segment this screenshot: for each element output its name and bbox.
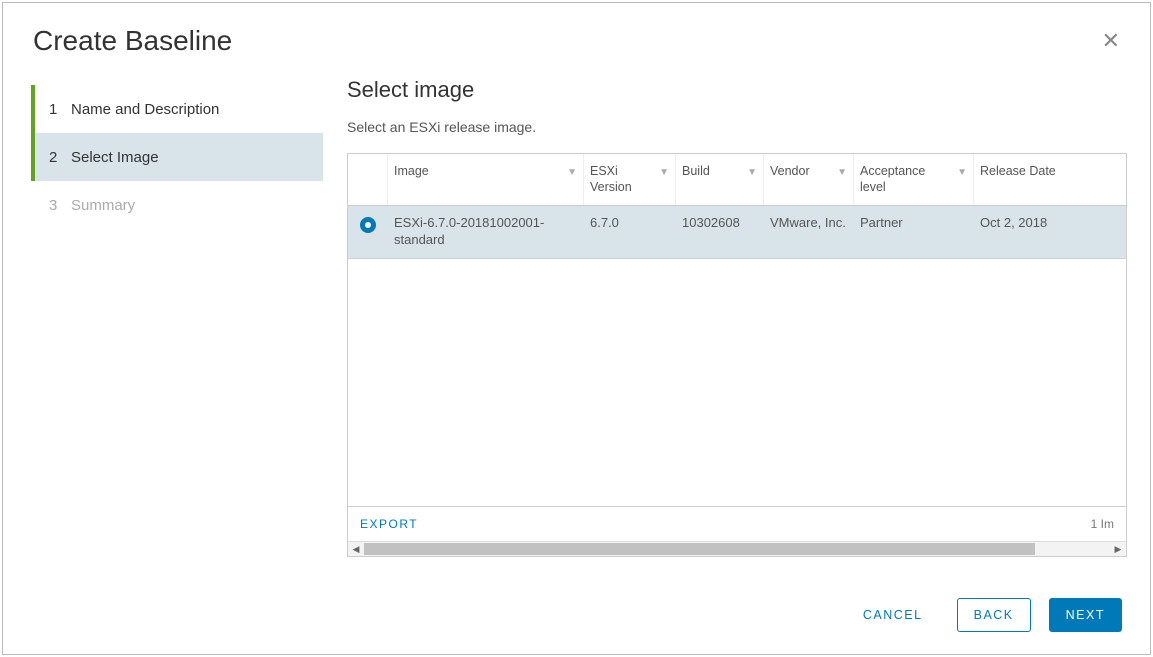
cell-acceptance-level: Partner bbox=[854, 206, 974, 258]
next-button[interactable]: NEXT bbox=[1049, 598, 1122, 632]
column-label: Image bbox=[394, 164, 429, 180]
dialog-footer: CANCEL BACK NEXT bbox=[3, 582, 1150, 654]
cell-build: 10302608 bbox=[676, 206, 764, 258]
filter-icon[interactable]: ▼ bbox=[659, 167, 669, 178]
table-row[interactable]: ESXi-6.7.0-20181002001-standard 6.7.0 10… bbox=[348, 206, 1126, 259]
filter-icon[interactable]: ▼ bbox=[957, 167, 967, 178]
cell-image: ESXi-6.7.0-20181002001-standard bbox=[388, 206, 584, 258]
column-label: ESXi Version bbox=[590, 164, 655, 195]
radio-dot bbox=[365, 222, 371, 228]
cancel-button[interactable]: CANCEL bbox=[847, 599, 939, 631]
step-select-image[interactable]: 2 Select Image bbox=[31, 133, 323, 181]
column-image[interactable]: Image ▼ bbox=[388, 154, 584, 205]
row-select-cell[interactable] bbox=[348, 206, 388, 258]
scroll-track[interactable] bbox=[364, 542, 1110, 556]
filter-icon[interactable]: ▼ bbox=[837, 167, 847, 178]
cell-vendor: VMware, Inc. bbox=[764, 206, 854, 258]
image-table: Image ▼ ESXi Version ▼ Build ▼ Vendor ▼ bbox=[347, 153, 1127, 557]
panel-subtitle: Select an ESXi release image. bbox=[347, 119, 1150, 135]
cell-release-date: Oct 2, 2018 bbox=[974, 206, 1124, 258]
scroll-left-icon[interactable]: ◀ bbox=[348, 544, 364, 555]
step-label: Select Image bbox=[71, 149, 159, 166]
step-label: Summary bbox=[71, 197, 135, 214]
column-vendor[interactable]: Vendor ▼ bbox=[764, 154, 854, 205]
table-footer: EXPORT 1 Im bbox=[348, 506, 1126, 541]
create-baseline-dialog: Create Baseline ✕ 1 Name and Description… bbox=[2, 2, 1151, 655]
table-body: ESXi-6.7.0-20181002001-standard 6.7.0 10… bbox=[348, 206, 1126, 506]
column-label: Release Date bbox=[980, 164, 1056, 180]
row-count: 1 Im bbox=[1091, 517, 1114, 531]
scroll-right-icon[interactable]: ▶ bbox=[1110, 544, 1126, 555]
export-link[interactable]: EXPORT bbox=[360, 517, 418, 531]
column-label: Build bbox=[682, 164, 710, 180]
column-release-date[interactable]: Release Date bbox=[974, 154, 1124, 205]
table-header: Image ▼ ESXi Version ▼ Build ▼ Vendor ▼ bbox=[348, 154, 1126, 206]
dialog-header: Create Baseline ✕ bbox=[3, 3, 1150, 67]
column-select bbox=[348, 154, 388, 205]
filter-icon[interactable]: ▼ bbox=[567, 167, 577, 178]
step-number: 3 bbox=[49, 197, 61, 214]
column-label: Vendor bbox=[770, 164, 810, 180]
wizard-steps: 1 Name and Description 2 Select Image 3 … bbox=[3, 67, 323, 582]
column-build[interactable]: Build ▼ bbox=[676, 154, 764, 205]
panel-title: Select image bbox=[347, 77, 1150, 103]
step-label: Name and Description bbox=[71, 101, 219, 118]
step-number: 1 bbox=[49, 101, 61, 118]
step-number: 2 bbox=[49, 149, 61, 166]
horizontal-scrollbar[interactable]: ◀ ▶ bbox=[348, 541, 1126, 556]
dialog-title: Create Baseline bbox=[33, 25, 232, 57]
dialog-body: 1 Name and Description 2 Select Image 3 … bbox=[3, 67, 1150, 582]
column-acceptance-level[interactable]: Acceptance level ▼ bbox=[854, 154, 974, 205]
close-icon[interactable]: ✕ bbox=[1102, 30, 1120, 52]
scroll-thumb[interactable] bbox=[364, 543, 1035, 555]
column-esxi-version[interactable]: ESXi Version ▼ bbox=[584, 154, 676, 205]
radio-selected-icon[interactable] bbox=[360, 217, 376, 233]
cell-esxi-version: 6.7.0 bbox=[584, 206, 676, 258]
step-name-description[interactable]: 1 Name and Description bbox=[31, 85, 323, 133]
step-summary: 3 Summary bbox=[31, 181, 323, 229]
column-label: Acceptance level bbox=[860, 164, 953, 195]
filter-icon[interactable]: ▼ bbox=[747, 167, 757, 178]
back-button[interactable]: BACK bbox=[957, 598, 1031, 632]
main-panel: Select image Select an ESXi release imag… bbox=[323, 67, 1150, 582]
